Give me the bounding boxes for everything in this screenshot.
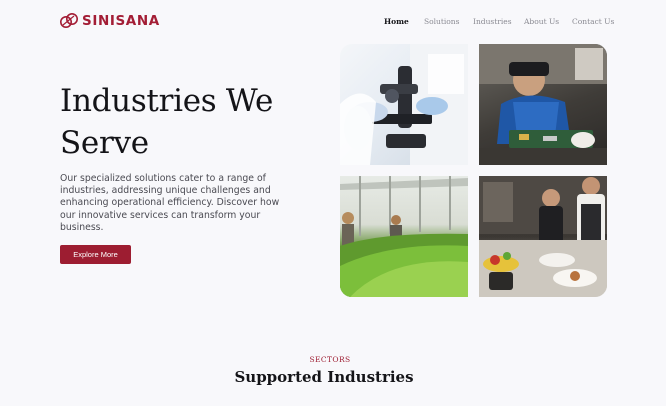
nav-home[interactable]: Home [384,17,409,26]
kitchen-illustration [479,176,607,297]
main-nav: Home Solutions Industries About Us Conta… [0,17,666,29]
greenhouse-lettuce-image [340,176,468,297]
hero-description: Our specialized solutions cater to a ran… [60,173,280,233]
soldering-illustration [479,44,607,165]
laboratory-microscope-image [340,44,468,165]
greenhouse-illustration [340,176,468,297]
hero-title: Industries We Serve [60,83,274,161]
restaurant-kitchen-image [479,176,607,297]
nav-contact-us[interactable]: Contact Us [572,17,614,26]
microscope-illustration [340,44,468,165]
electronics-soldering-image [479,44,607,165]
sectors-eyebrow: SECTORS [309,355,351,364]
supported-industries-title: Supported Industries [234,368,414,386]
nav-solutions[interactable]: Solutions [424,17,460,26]
explore-more-button[interactable]: Explore More [60,245,131,264]
nav-about-us[interactable]: About Us [524,17,559,26]
nav-industries[interactable]: Industries [473,17,512,26]
site-header: SINISANA Home Solutions Industries About… [0,0,666,44]
